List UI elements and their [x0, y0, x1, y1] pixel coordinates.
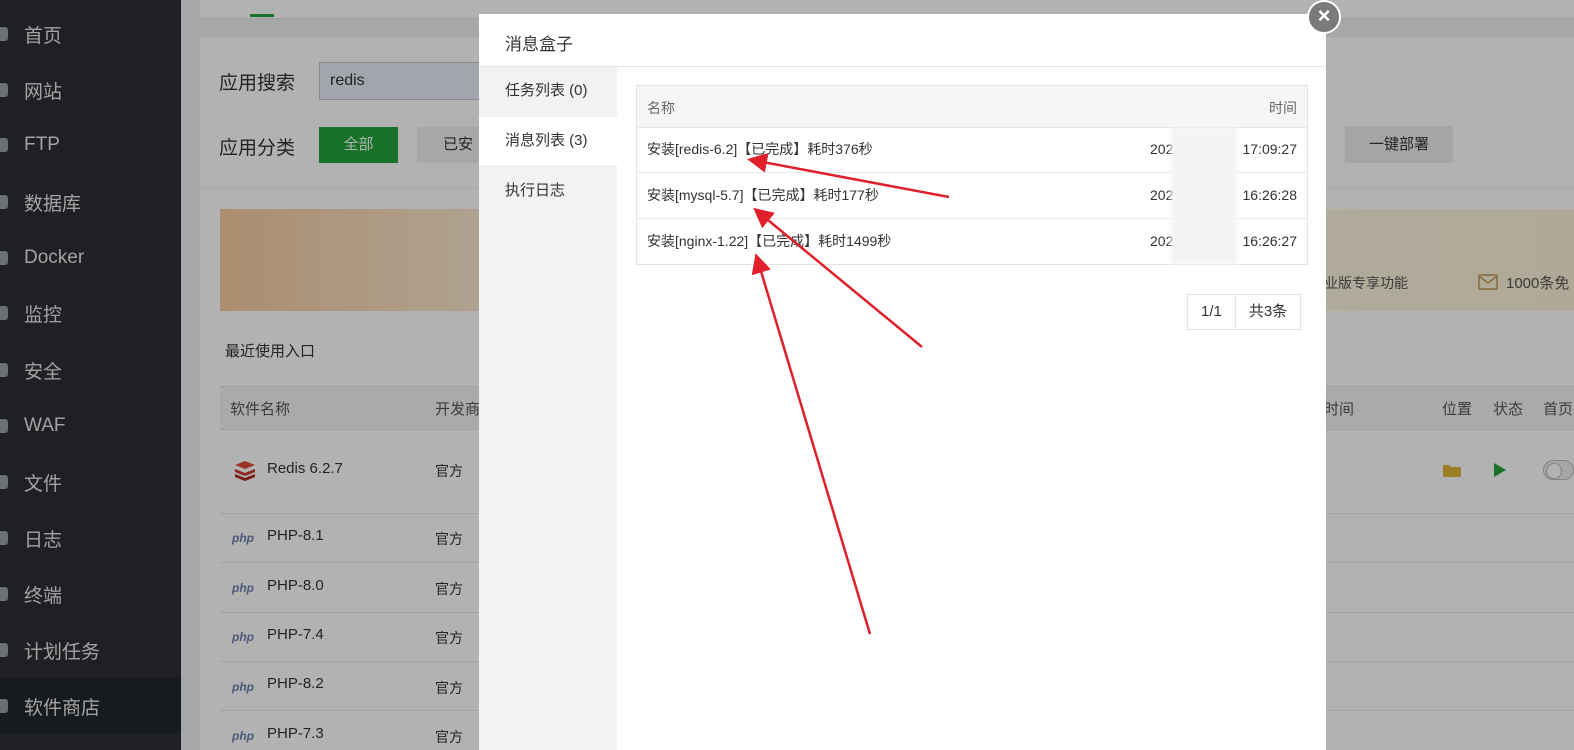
message-time-prefix: 202	[1150, 141, 1174, 157]
message-time-suffix: 16:26:28	[1242, 187, 1298, 203]
message-time-suffix: 17:09:27	[1242, 141, 1298, 157]
message-time-prefix: 202	[1150, 233, 1174, 249]
col-name: 名称	[647, 100, 675, 116]
pagination: 1/1 共3条	[1187, 294, 1302, 330]
dialog-title: 消息盒子	[505, 35, 573, 54]
dialog-tab-list: 任务列表 (0) 消息列表 (3) 执行日志	[479, 67, 617, 750]
message-name: 安装[redis-6.2]【已完成】耗时376秒	[647, 141, 873, 157]
message-time-prefix: 202	[1150, 187, 1174, 203]
message-name: 安装[nginx-1.22]【已完成】耗时1499秒	[647, 233, 892, 249]
redacted-date-mask	[1171, 127, 1237, 264]
message-name: 安装[mysql-5.7]【已完成】耗时177秒	[647, 187, 879, 203]
page-indicator[interactable]: 1/1	[1188, 295, 1235, 329]
tab-task-list[interactable]: 任务列表 (0)	[479, 67, 617, 115]
dialog-header: 消息盒子	[479, 14, 1326, 67]
tab-execution-log[interactable]: 执行日志	[479, 167, 617, 215]
close-icon[interactable]: ×	[1307, 0, 1341, 34]
total-count: 共3条	[1234, 295, 1300, 329]
col-time: 时间	[1269, 100, 1297, 116]
tab-message-list[interactable]: 消息列表 (3)	[479, 117, 617, 165]
message-time-suffix: 16:26:27	[1242, 233, 1298, 249]
message-table-header: 名称 时间	[637, 86, 1307, 128]
